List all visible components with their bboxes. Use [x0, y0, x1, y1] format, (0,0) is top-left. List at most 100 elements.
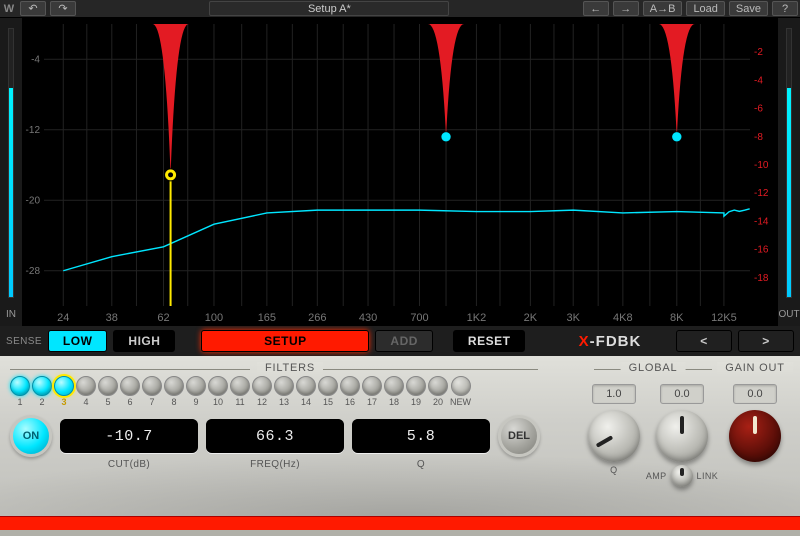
filter-led-icon[interactable] — [54, 376, 74, 396]
filter-slot-number: 16 — [345, 397, 355, 407]
cut-value-display[interactable]: -10.7 — [60, 419, 198, 453]
redo-button[interactable]: ↷ — [50, 1, 76, 16]
filter-led-icon[interactable] — [208, 376, 228, 396]
help-button[interactable]: ? — [772, 1, 798, 16]
filter-slot-4[interactable]: 4 — [76, 376, 96, 407]
control-panel: FILTERS 1234567891011121314151617181920N… — [0, 356, 800, 516]
eq-graph[interactable]: 2438621001652664307001K22K3K4K88K12K5-4-… — [22, 18, 778, 326]
svg-text:430: 430 — [359, 312, 377, 324]
gain-out-knob[interactable] — [729, 410, 781, 462]
filter-slot-17[interactable]: 17 — [362, 376, 382, 407]
global-group-label: GLOBAL — [621, 362, 686, 374]
filter-led-icon[interactable] — [10, 376, 30, 396]
filter-led-icon[interactable] — [164, 376, 184, 396]
filter-slot-number: 14 — [301, 397, 311, 407]
filter-led-icon[interactable] — [76, 376, 96, 396]
filter-led-icon[interactable] — [98, 376, 118, 396]
link-knob[interactable] — [671, 465, 693, 487]
filter-delete-button[interactable]: DEL — [498, 415, 540, 457]
filter-slot-16[interactable]: 16 — [340, 376, 360, 407]
gain-out-value[interactable]: 0.0 — [733, 384, 777, 404]
filter-slot-20[interactable]: 20 — [428, 376, 448, 407]
svg-text:24: 24 — [57, 312, 69, 324]
filter-slot-19[interactable]: 19 — [406, 376, 426, 407]
filter-slot-12[interactable]: 12 — [252, 376, 272, 407]
add-button[interactable]: ADD — [375, 330, 433, 352]
filter-led-icon[interactable] — [252, 376, 272, 396]
input-meter-label: IN — [6, 309, 16, 320]
setup-button[interactable]: SETUP — [201, 330, 369, 352]
filter-slot-3[interactable]: 3 — [54, 376, 74, 407]
filter-led-icon[interactable] — [274, 376, 294, 396]
filter-slot-number: 5 — [105, 397, 110, 407]
filter-new-slot[interactable]: NEW — [450, 376, 471, 407]
ab-copy-button[interactable]: A→B — [643, 1, 683, 16]
filter-led-icon[interactable] — [230, 376, 250, 396]
filter-slot-18[interactable]: 18 — [384, 376, 404, 407]
filter-led-icon[interactable] — [384, 376, 404, 396]
prev-preset-button[interactable]: ← — [583, 1, 609, 16]
output-meter: OUT — [778, 18, 800, 326]
next-preset-button[interactable]: → — [613, 1, 639, 16]
filter-slot-number: 8 — [171, 397, 176, 407]
svg-text:266: 266 — [308, 312, 326, 324]
output-meter-label: OUT — [778, 309, 799, 320]
filter-slot-14[interactable]: 14 — [296, 376, 316, 407]
filter-slot-number: 6 — [127, 397, 132, 407]
filter-slot-10[interactable]: 10 — [208, 376, 228, 407]
filter-next-button[interactable]: > — [738, 330, 794, 352]
filter-led-icon[interactable] — [186, 376, 206, 396]
filter-led-icon[interactable] — [296, 376, 316, 396]
filter-slot-11[interactable]: 11 — [230, 376, 250, 407]
global-q-value[interactable]: 1.0 — [592, 384, 636, 404]
filter-new-led-icon[interactable] — [451, 376, 471, 396]
filter-slot-1[interactable]: 1 — [10, 376, 30, 407]
svg-text:38: 38 — [106, 312, 118, 324]
global-q-knob[interactable] — [588, 410, 640, 462]
filter-slot-number: 19 — [411, 397, 421, 407]
filter-slot-9[interactable]: 9 — [186, 376, 206, 407]
svg-text:62: 62 — [157, 312, 169, 324]
filter-slot-15[interactable]: 15 — [318, 376, 338, 407]
cut-param-label: CUT(dB) — [60, 459, 198, 470]
svg-text:3K: 3K — [566, 312, 580, 324]
undo-button[interactable]: ↶ — [20, 1, 46, 16]
save-button[interactable]: Save — [729, 1, 768, 16]
link-label: LINK — [697, 471, 719, 481]
filter-slot-7[interactable]: 7 — [142, 376, 162, 407]
global-amp-knob[interactable] — [656, 410, 708, 462]
global-amp-value[interactable]: 0.0 — [660, 384, 704, 404]
filter-slot-8[interactable]: 8 — [164, 376, 184, 407]
filter-slot-2[interactable]: 2 — [32, 376, 52, 407]
filter-slot-5[interactable]: 5 — [98, 376, 118, 407]
sense-high-button[interactable]: HIGH — [113, 330, 175, 352]
svg-text:100: 100 — [205, 312, 223, 324]
filter-slot-number: 17 — [367, 397, 377, 407]
sense-low-button[interactable]: LOW — [48, 330, 108, 352]
filter-led-icon[interactable] — [406, 376, 426, 396]
filter-slot-6[interactable]: 6 — [120, 376, 140, 407]
freq-value-display[interactable]: 66.3 — [206, 419, 344, 453]
filter-on-button[interactable]: ON — [10, 415, 52, 457]
filter-led-icon[interactable] — [142, 376, 162, 396]
filter-led-icon[interactable] — [362, 376, 382, 396]
top-toolbar: W ↶ ↷ Setup A* ← → A→B Load Save ? — [0, 0, 800, 18]
filter-led-icon[interactable] — [428, 376, 448, 396]
global-q-label: Q — [610, 465, 617, 475]
filter-led-icon[interactable] — [340, 376, 360, 396]
preset-title[interactable]: Setup A* — [209, 1, 449, 16]
filter-led-icon[interactable] — [32, 376, 52, 396]
filter-slot-13[interactable]: 13 — [274, 376, 294, 407]
svg-text:-8: -8 — [754, 132, 763, 143]
filter-prev-button[interactable]: < — [676, 330, 732, 352]
svg-text:1K2: 1K2 — [467, 312, 487, 324]
svg-text:8K: 8K — [670, 312, 684, 324]
filter-led-icon[interactable] — [120, 376, 140, 396]
reset-button[interactable]: RESET — [453, 330, 526, 352]
load-button[interactable]: Load — [686, 1, 724, 16]
svg-text:-10: -10 — [754, 160, 769, 171]
filter-led-icon[interactable] — [318, 376, 338, 396]
q-param-label: Q — [352, 459, 490, 470]
q-value-display[interactable]: 5.8 — [352, 419, 490, 453]
filter-slot-number: 4 — [83, 397, 88, 407]
